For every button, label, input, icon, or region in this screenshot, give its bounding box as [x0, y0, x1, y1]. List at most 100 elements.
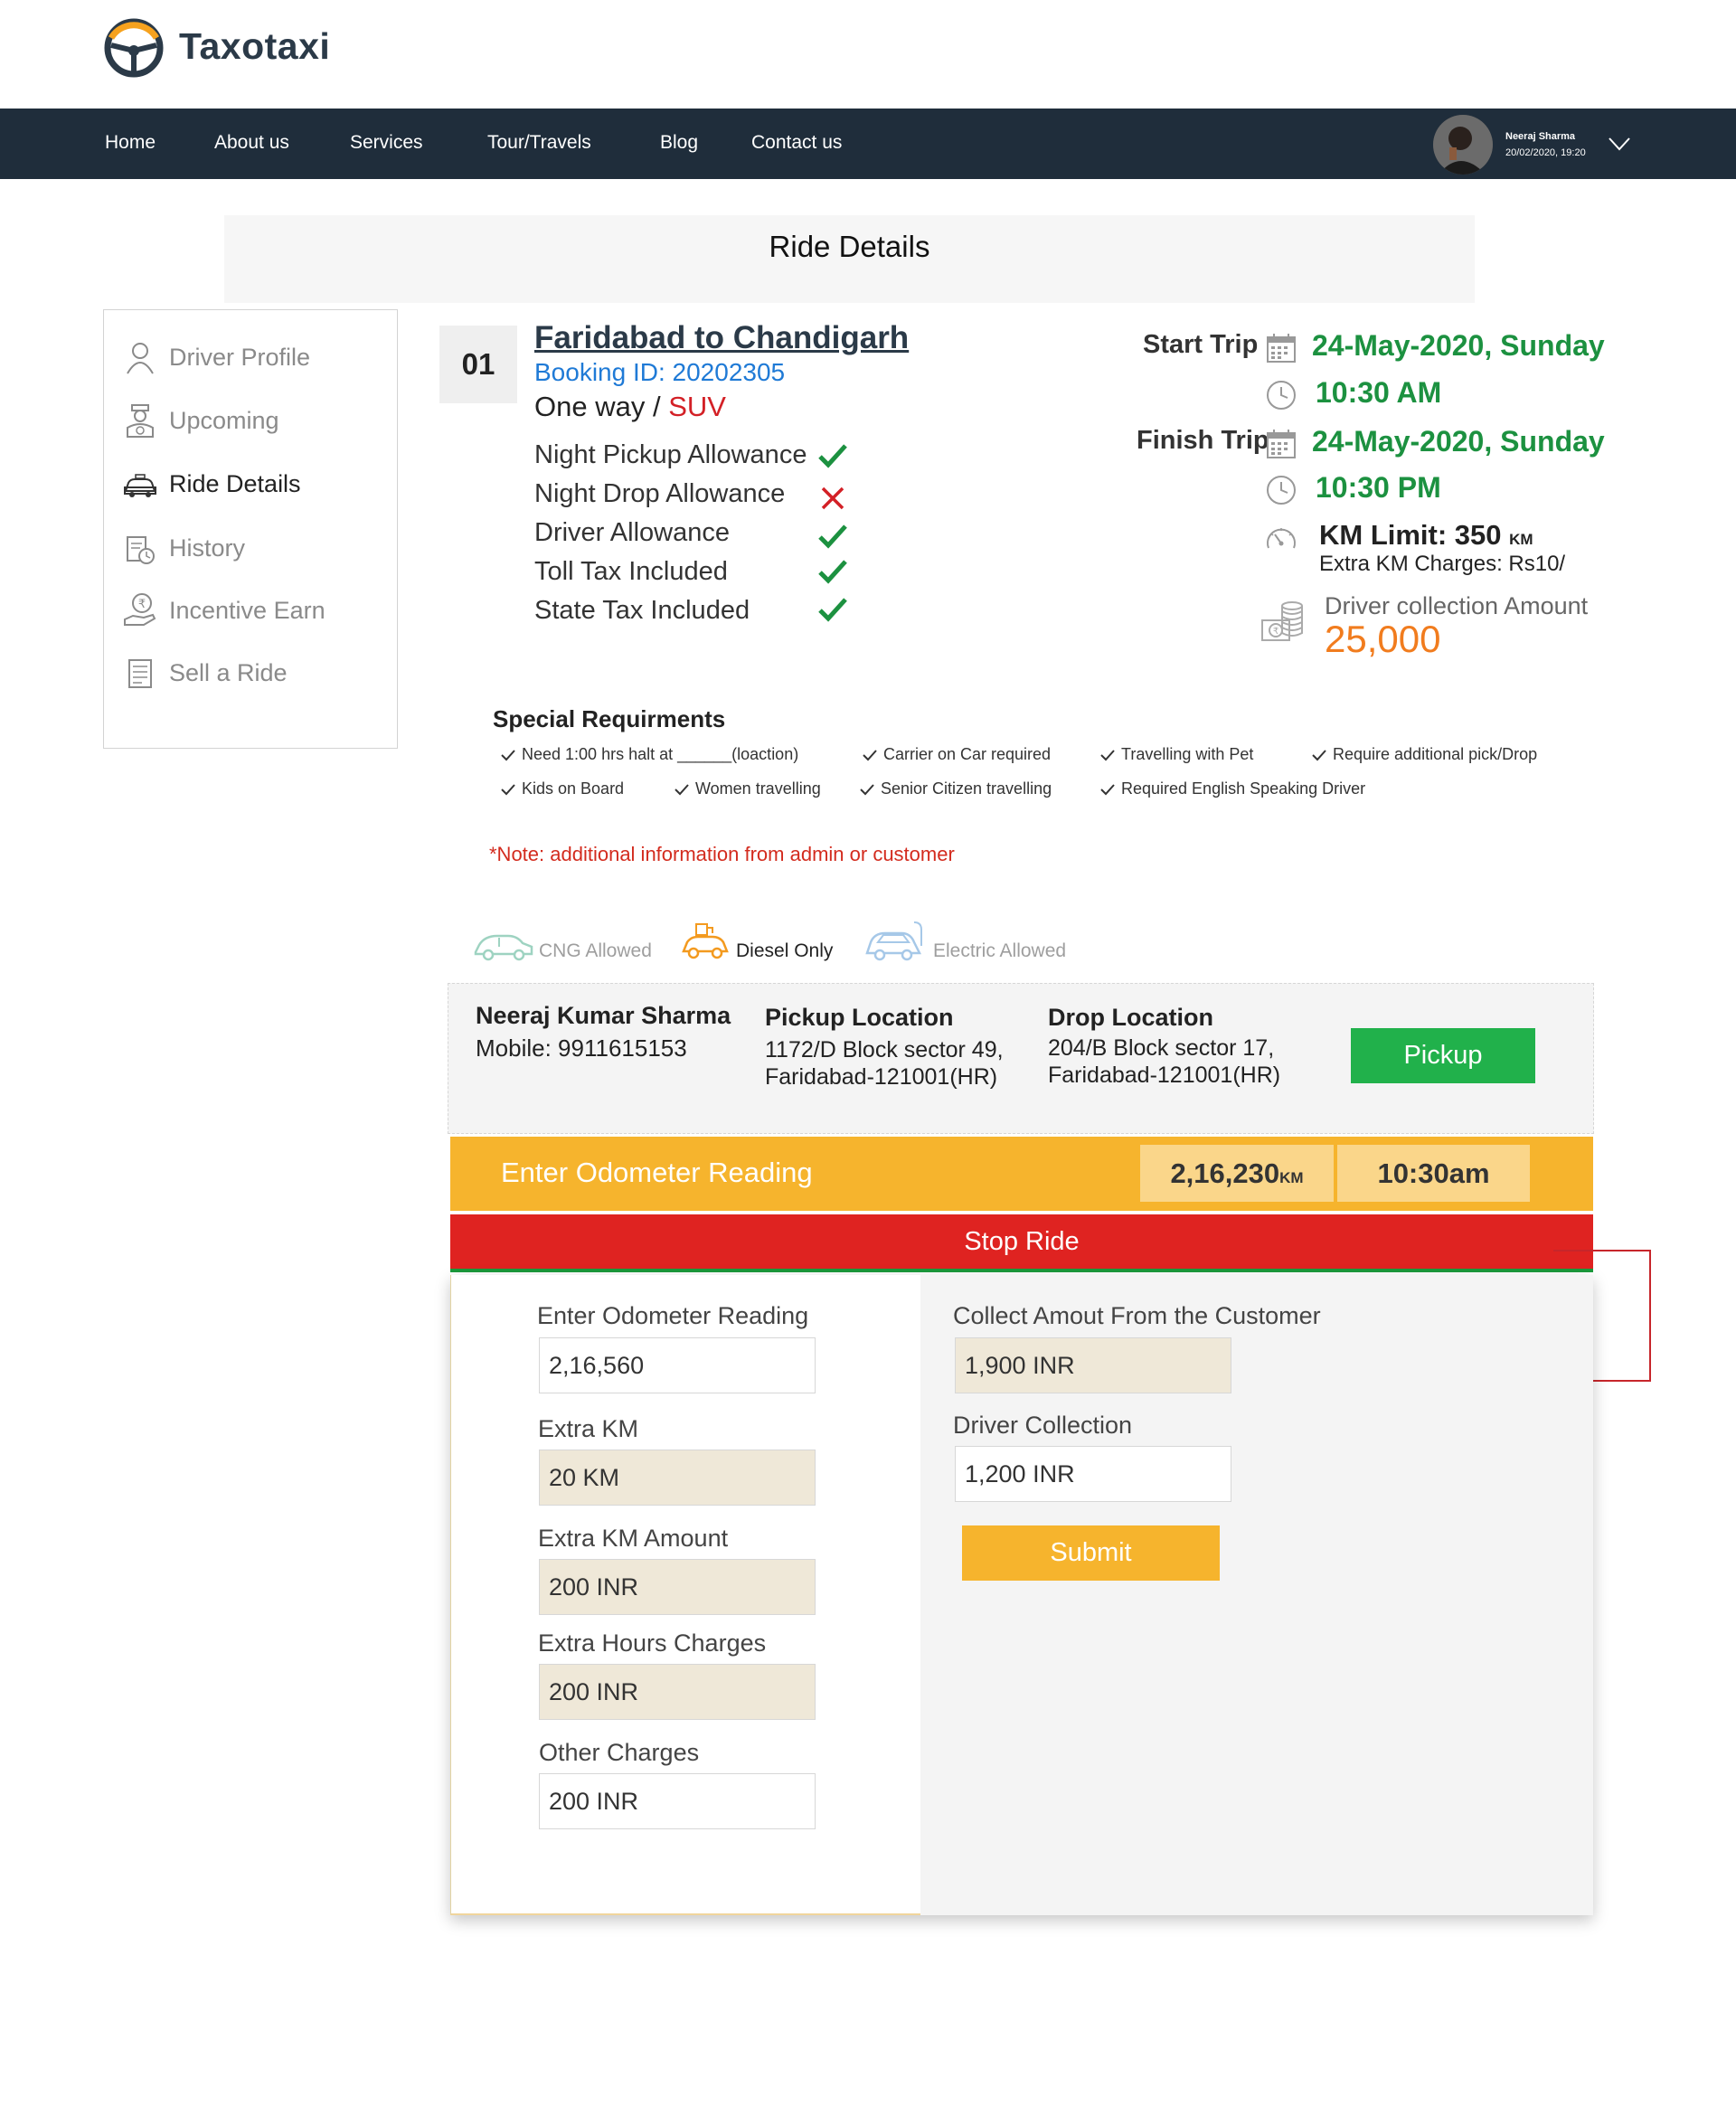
avatar[interactable]	[1433, 115, 1493, 175]
page-title: Ride Details	[769, 230, 930, 263]
taxi-icon	[122, 466, 158, 502]
electric-allowed: Electric Allowed	[933, 940, 1067, 961]
odometer-reading-value: 2,16,230	[1170, 1157, 1280, 1189]
user-name: Neeraj Sharma	[1505, 131, 1576, 142]
sidebar-item-sell-a-ride[interactable]: Sell a Ride	[122, 651, 384, 694]
driver-collection-input[interactable]	[955, 1446, 1231, 1502]
allowance-toll-tax: Toll Tax Included	[534, 557, 728, 586]
submit-button[interactable]: Submit	[962, 1525, 1220, 1581]
nav-services[interactable]: Services	[350, 132, 423, 154]
collect-amount-label: Collect Amout From the Customer	[953, 1302, 1321, 1329]
clock-icon	[1265, 379, 1297, 411]
admin-note: *Note: additional information from admin…	[489, 843, 955, 865]
brand-name[interactable]: Taxotaxi	[179, 25, 330, 68]
main-navbar: Home About us Services Tour/Travels Blog…	[0, 109, 1736, 179]
extra-km-field[interactable]	[539, 1450, 816, 1506]
nav-tour-travels[interactable]: Tour/Travels	[487, 132, 591, 154]
nav-about-us[interactable]: About us	[214, 132, 289, 154]
odometer-time[interactable]: 10:30am	[1337, 1145, 1530, 1202]
collect-amount-field[interactable]	[955, 1337, 1231, 1393]
extra-km-label: Extra KM	[538, 1415, 639, 1442]
svg-text:₹: ₹	[138, 598, 146, 611]
start-date: 24-May-2020, Sunday	[1312, 329, 1605, 362]
trip-type: One way / SUV	[534, 391, 726, 423]
sidebar-item-upcoming[interactable]: Upcoming	[122, 399, 384, 442]
extra-km-amount-field[interactable]	[539, 1559, 816, 1615]
extra-km-amount-label: Extra KM Amount	[538, 1525, 729, 1552]
chauffeur-icon	[122, 402, 158, 439]
requirement-label: Kids on Board	[522, 779, 625, 798]
diesel-only: Diesel Only	[736, 940, 834, 961]
clock-icon	[1265, 474, 1297, 506]
requirement-item: Kids on Board	[501, 779, 624, 798]
special-requirements-title: Special Requirments	[493, 705, 726, 732]
check-icon	[863, 749, 877, 761]
calendar-icon	[1265, 428, 1297, 460]
check-icon	[816, 439, 849, 472]
extra-hours-field[interactable]	[539, 1664, 816, 1720]
requirement-label: Travelling with Pet	[1121, 745, 1254, 763]
nav-home[interactable]: Home	[105, 132, 156, 154]
trip-type-label: One way /	[534, 391, 669, 422]
sidebar-item-history[interactable]: History	[122, 526, 384, 570]
requirement-item: Carrier on Car required	[863, 745, 1051, 764]
speedometer-icon	[1264, 523, 1298, 557]
requirement-label: Need 1:00 hrs halt at ______(loaction)	[522, 745, 799, 763]
allowance-night-drop: Night Drop Allowance	[534, 479, 786, 508]
sidebar-item-label: Incentive Earn	[169, 596, 326, 624]
sidebar-item-label: Sell a Ride	[169, 658, 288, 686]
pickup-address-line2: Faridabad-121001(HR)	[765, 1064, 998, 1090]
km-limit-value: KM Limit: 350	[1319, 519, 1502, 551]
cng-car-icon	[472, 927, 535, 963]
cng-allowed: CNG Allowed	[539, 940, 652, 961]
allowance-driver: Driver Allowance	[534, 518, 730, 547]
finish-trip-label: Finish Trip	[1137, 426, 1269, 455]
check-icon	[675, 783, 689, 796]
check-icon	[1100, 783, 1115, 796]
route-title[interactable]: Faridabad to Chandigarh	[534, 320, 909, 356]
booking-id[interactable]: Booking ID: 20202305	[534, 358, 785, 387]
pickup-button[interactable]: Pickup	[1351, 1028, 1535, 1083]
start-time: 10:30 AM	[1316, 376, 1442, 409]
check-icon	[816, 555, 849, 588]
odometer-bar: Enter Odometer Reading 2,16,230KM 10:30a…	[450, 1137, 1593, 1211]
diesel-car-icon	[680, 921, 731, 962]
money-stack-icon: ₹	[1260, 597, 1307, 646]
driver-collection-field-label: Driver Collection	[953, 1412, 1133, 1439]
sidebar-item-driver-profile[interactable]: Driver Profile	[122, 335, 384, 379]
check-icon	[816, 520, 849, 552]
requirement-item: Required English Speaking Driver	[1100, 779, 1365, 798]
requirement-item: Require additional pick/Drop	[1312, 745, 1537, 764]
vehicle-type: SUV	[668, 391, 726, 422]
chevron-down-icon[interactable]	[1608, 136, 1631, 152]
form-left-column: Enter Odometer Reading Extra KM Extra KM…	[450, 1275, 920, 1915]
other-charges-input[interactable]	[539, 1773, 816, 1829]
sidebar-item-incentive-earn[interactable]: ₹ Incentive Earn	[122, 589, 384, 632]
history-icon	[122, 530, 158, 566]
logo-icon[interactable]	[104, 18, 164, 78]
calendar-icon	[1265, 332, 1297, 364]
km-limit: KM Limit: 350 KM	[1319, 519, 1533, 552]
allowance-night-pickup: Night Pickup Allowance	[534, 440, 807, 469]
svg-text:₹: ₹	[1273, 627, 1278, 637]
drop-address-line1: 204/B Block sector 17,	[1048, 1035, 1275, 1061]
odometer-reading[interactable]: 2,16,230KM	[1140, 1145, 1334, 1202]
drop-location-heading: Drop Location	[1048, 1004, 1213, 1031]
requirement-label: Women travelling	[695, 779, 821, 798]
nav-blog[interactable]: Blog	[660, 132, 698, 154]
check-icon	[816, 593, 849, 626]
requirement-label: Require additional pick/Drop	[1333, 745, 1538, 763]
stop-ride-button[interactable]: Stop Ride	[450, 1214, 1593, 1272]
pickup-location-heading: Pickup Location	[765, 1004, 954, 1031]
sidebar-item-ride-details[interactable]: Ride Details	[122, 462, 384, 505]
check-icon	[501, 783, 515, 796]
pickup-address-line1: 1172/D Block sector 49,	[765, 1037, 1004, 1062]
odometer-input[interactable]	[539, 1337, 816, 1393]
passenger-mobile[interactable]: Mobile: 9911615153	[476, 1034, 687, 1062]
start-trip-label: Start Trip	[1143, 330, 1259, 359]
sidebar-item-label: Driver Profile	[169, 343, 311, 371]
nav-contact-us[interactable]: Contact us	[751, 132, 842, 154]
check-icon	[501, 749, 515, 761]
odometer-field-label: Enter Odometer Reading	[537, 1302, 809, 1329]
drop-address-line2: Faridabad-121001(HR)	[1048, 1062, 1281, 1088]
